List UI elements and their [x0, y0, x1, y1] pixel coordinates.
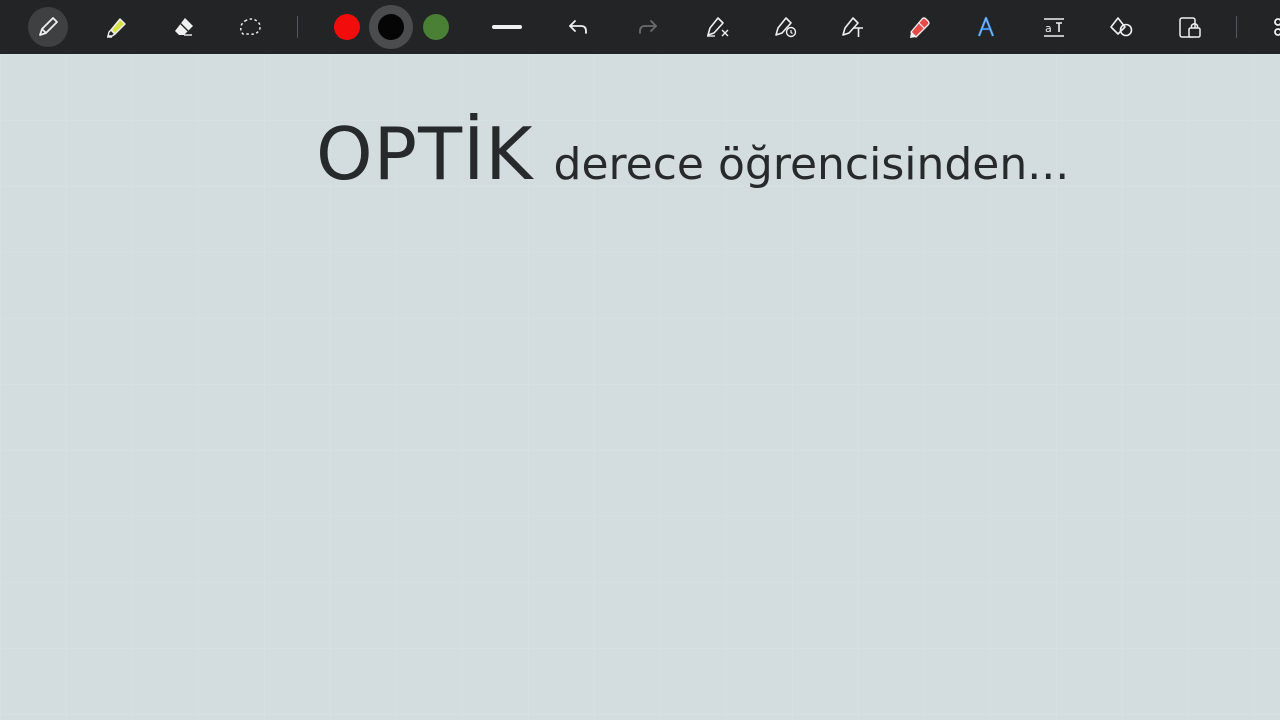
heading-main-text: OPTİK [316, 112, 534, 196]
lock-button[interactable] [1170, 7, 1210, 47]
lasso-tool-button[interactable] [231, 7, 271, 47]
marker-button[interactable] [899, 7, 939, 47]
redo-icon [639, 20, 657, 34]
lasso-icon [240, 18, 261, 35]
handwriting-icon [977, 16, 995, 37]
heading-sub-text: derece öğrencisinden... [553, 139, 1070, 190]
toolbar-divider-right [1236, 16, 1237, 38]
shapes-button[interactable] [1102, 7, 1142, 47]
shapes-icon [1110, 17, 1133, 37]
more-button[interactable] [1252, 7, 1280, 47]
lock-icon [1179, 17, 1201, 38]
more-icon [1274, 18, 1280, 36]
pen-icon [39, 17, 58, 36]
handwriting-button[interactable] [966, 7, 1006, 47]
pen-settings-button[interactable] [697, 7, 737, 47]
toolbar: a [0, 0, 1280, 54]
redo-button[interactable] [628, 7, 668, 47]
color-swatch-red[interactable] [334, 14, 360, 40]
marker-icon [910, 17, 930, 38]
canvas-heading: OPTİK derece öğrencisinden... [316, 112, 1069, 196]
stroke-width-icon [492, 25, 522, 29]
undo-button[interactable] [558, 7, 598, 47]
text-box-button[interactable]: a [1034, 7, 1074, 47]
eraser-tool-button[interactable] [164, 7, 204, 47]
undo-icon [569, 20, 587, 34]
highlighter-icon [107, 18, 126, 38]
text-pen-icon [842, 17, 863, 37]
text-pen-button[interactable] [832, 7, 872, 47]
stroke-width-button[interactable] [487, 7, 527, 47]
text-box-icon: a [1044, 18, 1064, 37]
highlighter-tool-button[interactable] [96, 7, 136, 47]
svg-text:a: a [1045, 22, 1052, 35]
pen-tool-button[interactable] [28, 7, 68, 47]
eraser-icon [175, 18, 193, 36]
shape-recognize-icon [775, 17, 797, 38]
color-swatch-green[interactable] [423, 14, 449, 40]
shape-recognize-button[interactable] [765, 7, 805, 47]
pen-settings-icon [707, 17, 729, 37]
toolbar-divider [297, 16, 298, 38]
color-swatch-black[interactable] [378, 14, 404, 40]
drawing-app: a OPTİK derece öğrencisinden... [0, 0, 1280, 720]
